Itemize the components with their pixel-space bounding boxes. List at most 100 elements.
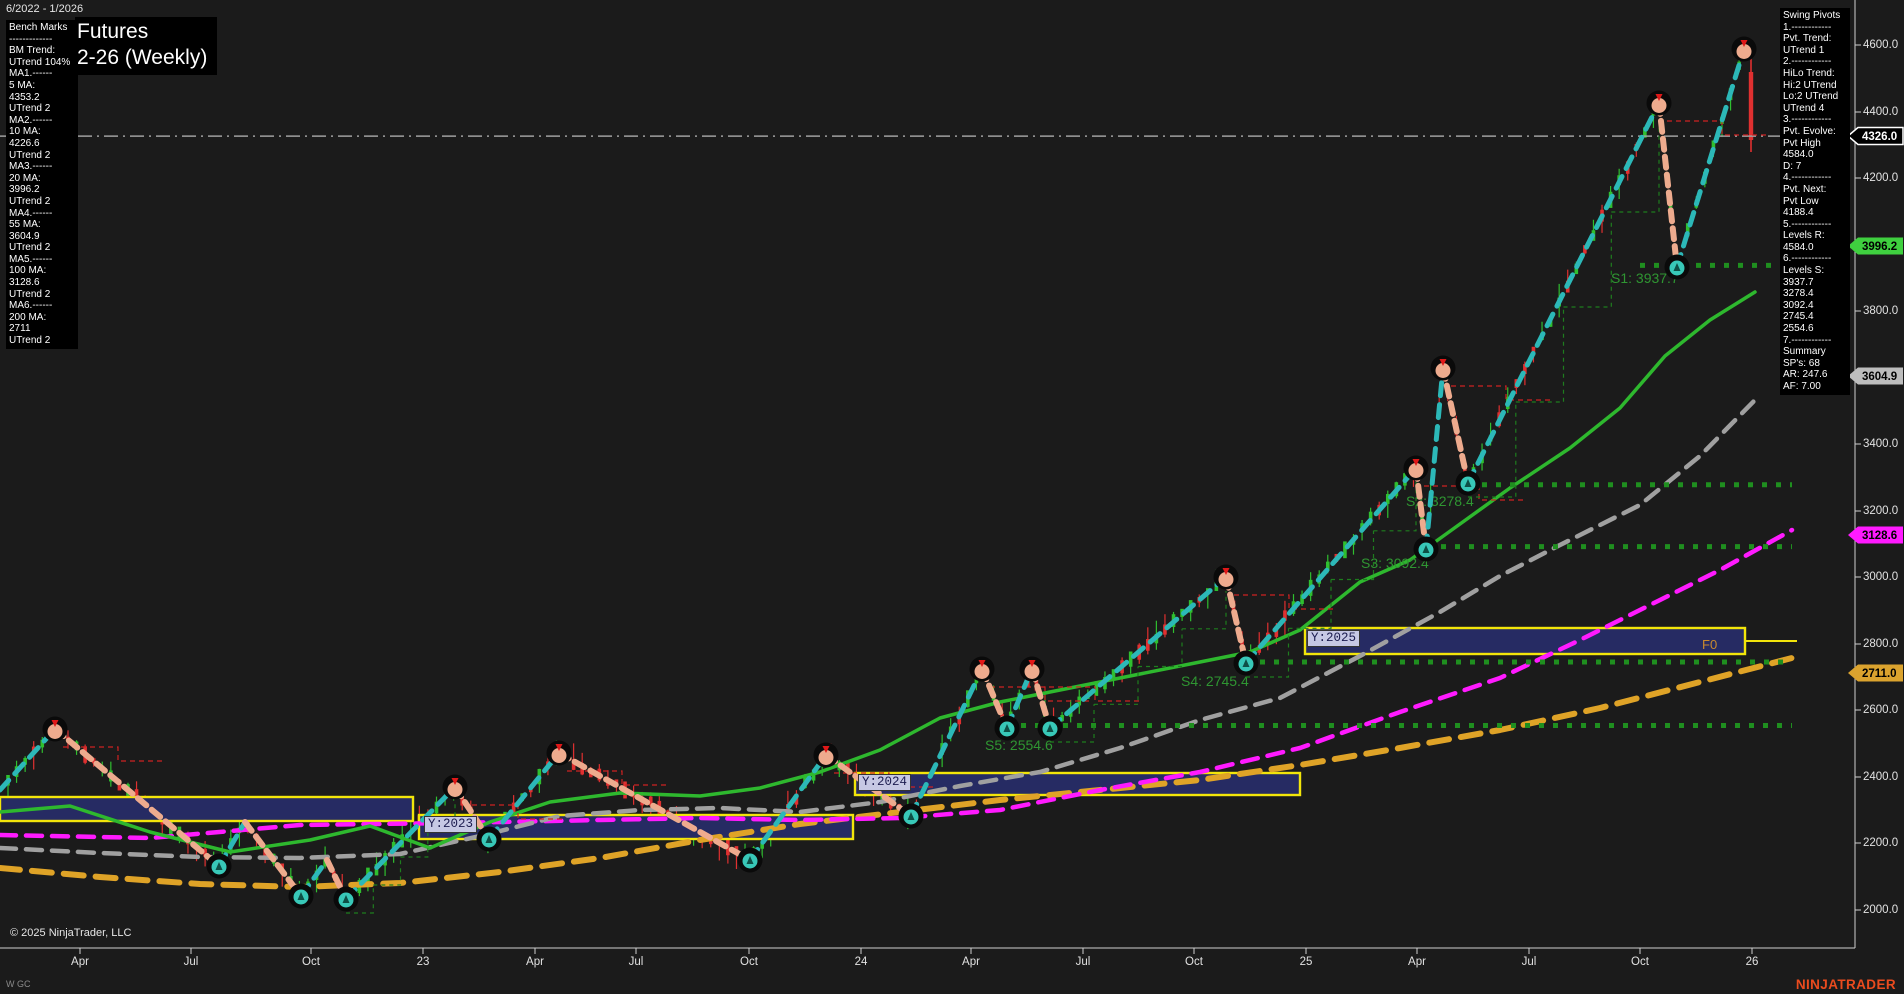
candle-body (1128, 651, 1133, 667)
panel-line: Hi:2 UTrend (1783, 79, 1837, 91)
pivot-low-marker[interactable] (1413, 536, 1439, 562)
panel-line: 2554.6 (1783, 323, 1814, 335)
price-tick-label: 3200.0 (1863, 505, 1899, 517)
price-tick-label: 2800.0 (1863, 638, 1899, 650)
pivot-low-marker[interactable] (206, 853, 232, 879)
pivot-low-marker[interactable] (737, 847, 763, 873)
time-tick-label: Jul (1521, 956, 1537, 968)
time-tick-label: 24 (854, 956, 868, 968)
panel-line: HiLo Trend: (1783, 67, 1835, 79)
panel-line: 5 MA: (9, 79, 36, 91)
panel-line: 4584.0 (1783, 241, 1814, 253)
pivot-low-marker[interactable] (1233, 650, 1259, 676)
time-tick-label: Oct (740, 956, 758, 968)
panel-line: 1.------------ (1783, 21, 1832, 33)
time-tick-label: 26 (1745, 956, 1759, 968)
panel-line: 4584.0 (1783, 149, 1814, 161)
pivot-high-marker[interactable] (442, 774, 468, 800)
price-badge-label: 3996.2 (1862, 241, 1897, 253)
panel-line: 2711 (9, 323, 31, 335)
swing-down-segment (1440, 365, 1471, 486)
panel-line: Pvt. Next: (1783, 183, 1827, 195)
panel-line: Levels R: (1783, 230, 1825, 242)
pivot-high-marker[interactable] (546, 740, 572, 766)
pivot-high-marker[interactable] (1019, 656, 1045, 682)
panel-line: 3092.4 (1783, 299, 1814, 311)
time-tick-label: Apr (71, 956, 89, 968)
chart-title-line1: Futures (77, 20, 149, 43)
chart-title: Futures 2-26 (Weekly) (75, 17, 218, 75)
price-tick-label: 3000.0 (1863, 571, 1899, 583)
swing-down-segment (1223, 574, 1249, 666)
panel-line: UTrend 2 (9, 195, 51, 207)
pivot-evolve-steps-up (1050, 591, 1227, 743)
bench-marks-panel: Bench Marks ------------- BM Trend: UTrend … (6, 20, 78, 349)
year-box-label[interactable]: Y:2025 (1307, 630, 1361, 647)
pivot-high-marker[interactable] (813, 742, 839, 768)
pivot-high-marker[interactable] (1213, 564, 1239, 590)
f0-label: F0 (1702, 637, 1717, 652)
chart-canvas[interactable]: F0S1: 3937.7S2: 3278.4S3: 3092.4S4: 2745… (0, 0, 1904, 994)
panel-line: UTrend 4 (1783, 102, 1825, 114)
visible-date-range: 6/2022 - 1/2026 (6, 3, 84, 15)
instrument-watermark: W GC (6, 979, 31, 989)
year-box-label[interactable]: Y:2023 (424, 816, 478, 833)
pivot-high-marker[interactable] (1430, 355, 1456, 381)
pivot-low-marker[interactable] (1664, 254, 1690, 280)
panel-line: Pvt High (1783, 137, 1821, 149)
pivot-high-marker[interactable] (42, 716, 68, 742)
panel-line: 3.------------ (1783, 114, 1832, 126)
panel-line: 3128.6 (9, 277, 40, 289)
panel-line: Swing Pivots (1783, 10, 1841, 21)
swing-up-segment (1674, 46, 1747, 270)
price-tick-label: 2200.0 (1863, 837, 1899, 849)
pivot-low-marker[interactable] (1037, 715, 1063, 741)
time-tick-label: Oct (1631, 956, 1649, 968)
time-tick-label: Jul (628, 956, 644, 968)
pivot-low-marker[interactable] (288, 883, 314, 909)
year-range-box[interactable] (0, 795, 415, 823)
pivot-stop-steps-down (1451, 385, 1551, 401)
year-box-label[interactable]: Y:2024 (858, 774, 912, 791)
swing-up-segment (1465, 100, 1662, 486)
pivot-low-marker[interactable] (476, 826, 502, 852)
panel-line: BM Trend: (9, 45, 56, 57)
pivot-high-marker[interactable] (1403, 455, 1429, 481)
price-tick-label: 2400.0 (1863, 771, 1899, 783)
panel-line: MA2.------ (9, 114, 53, 126)
panel-line: 7.------------ (1783, 334, 1832, 346)
panel-line: Bench Marks (9, 22, 68, 33)
panel-line: 5.------------ (1783, 218, 1832, 230)
price-badge-label: 3604.9 (1862, 371, 1897, 383)
pivot-high-marker[interactable] (1731, 36, 1757, 62)
panel-line: SP's: 68 (1783, 357, 1820, 369)
panel-line: AR: 247.6 (1783, 369, 1828, 381)
time-tick-label: Jul (1075, 956, 1091, 968)
panel-line: UTrend 2 (9, 288, 51, 300)
panel-line: Pvt Low (1783, 195, 1819, 207)
pivot-low-marker[interactable] (898, 803, 924, 829)
time-tick-label: 23 (416, 956, 430, 968)
time-tick-label: Jul (183, 956, 199, 968)
time-tick-label: Oct (1185, 956, 1203, 968)
panel-line: Lo:2 UTrend (1783, 91, 1839, 103)
panel-line: 20 MA: (9, 172, 41, 184)
pivot-low-marker[interactable] (1455, 470, 1481, 496)
price-badge-label: 2711.0 (1862, 668, 1897, 680)
panel-line: 4.------------ (1783, 172, 1832, 184)
panel-line: UTrend 2 (9, 103, 51, 115)
pivot-low-marker[interactable] (994, 715, 1020, 741)
price-tick-label: 2000.0 (1863, 904, 1899, 916)
pivot-high-marker[interactable] (969, 656, 995, 682)
panel-line: UTrend 2 (9, 335, 51, 347)
swing-pivots-panel: Swing Pivots 1.------------ Pvt. Trend: UTr… (1780, 8, 1850, 395)
price-badge-label: 4326.0 (1862, 131, 1897, 143)
pivot-high-marker[interactable] (1646, 90, 1672, 116)
panel-line: 100 MA: (9, 265, 47, 277)
panel-line: Pvt. Trend: (1783, 33, 1832, 45)
panel-line: AF: 7.00 (1783, 381, 1821, 392)
panel-line: MA3.------ (9, 161, 53, 173)
time-tick-label: 25 (1299, 956, 1313, 968)
swing-zigzag-layer (0, 46, 1747, 902)
pivot-low-marker[interactable] (333, 886, 359, 912)
